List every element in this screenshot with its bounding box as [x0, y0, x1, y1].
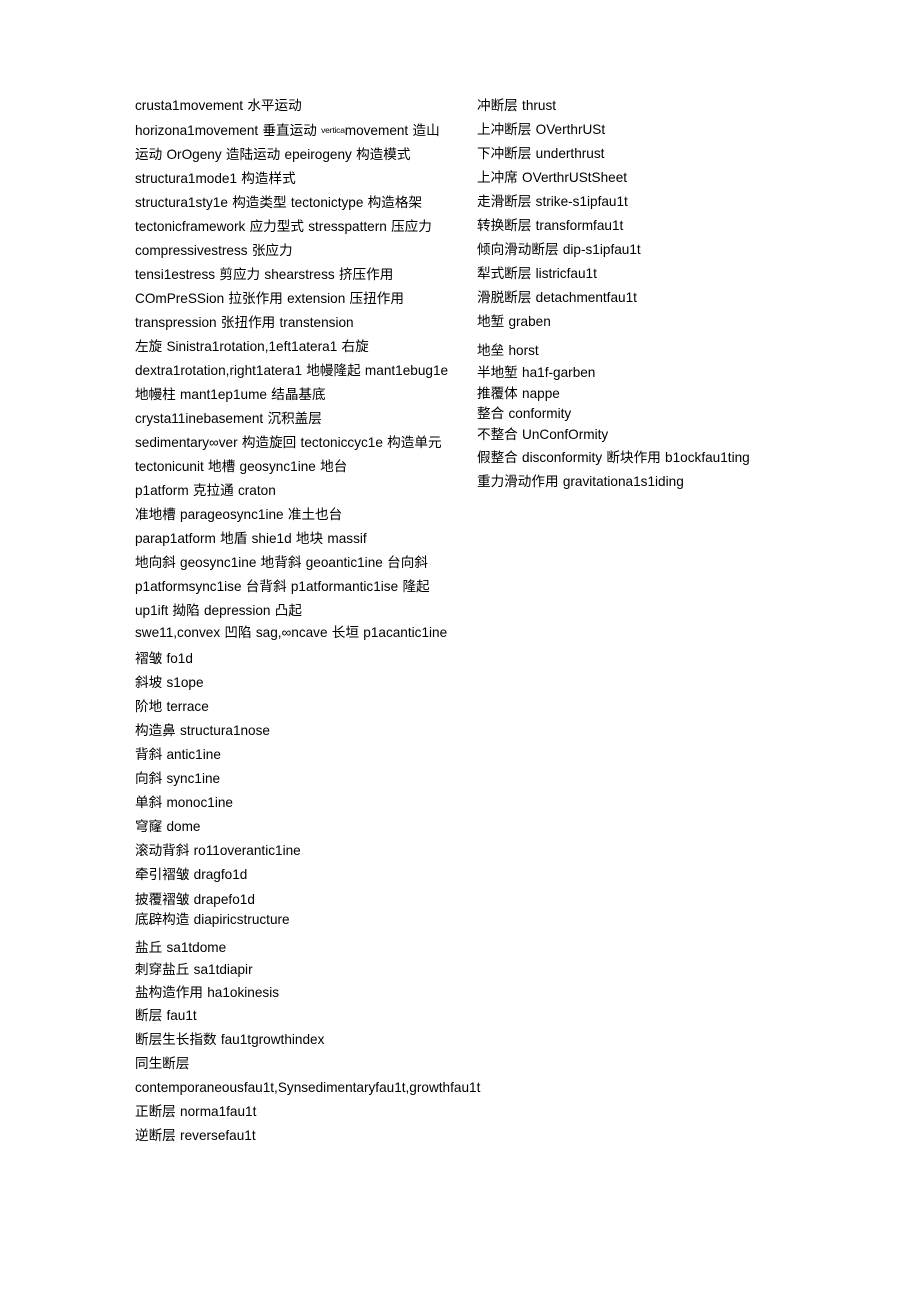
- glossary-line: 重力滑动作用 gravitationa1s1iding: [477, 473, 684, 489]
- glossary-line: 构造鼻 structura1nose: [135, 722, 270, 738]
- glossary-line: 冲断层 thrust: [477, 98, 557, 113]
- glossary-line: 地垒 horst: [477, 343, 539, 358]
- glossary-line: 倾向滑动断层 dip-s1ipfau1t: [477, 242, 641, 257]
- glossary-line: contemporaneousfau1t,Synsedimentaryfau1t…: [135, 1079, 481, 1119]
- glossary-line: swe11,convex 凹陷 sag,∞ncave 长垣 p1acantic1…: [135, 625, 448, 640]
- glossary-line: 假整合 disconformity 断块作用 b1ockfau1ting: [477, 450, 750, 465]
- glossary-line: 披覆褶皱 drapefo1d: [135, 891, 255, 907]
- glossary-line: 上冲断层 OVerthrUSt: [477, 122, 606, 137]
- glossary-line: 下冲断层 underthrust: [477, 146, 605, 161]
- glossary-line: 走滑断层 strike-s1ipfau1t: [477, 194, 628, 209]
- glossary-line: 穹窿 dome: [135, 818, 201, 834]
- glossary-line: 同生断层: [135, 1055, 190, 1071]
- superscript-fragment: vertica: [321, 125, 345, 135]
- glossary-line: 推覆体 nappe: [477, 385, 560, 401]
- glossary-line: 转换断层 transformfau1t: [477, 218, 624, 233]
- glossary-line: 上冲席 OVerthrUStSheet: [477, 170, 628, 185]
- glossary-line: 盐丘 sa1tdome: [135, 939, 227, 955]
- glossary-line: 向斜 sync1ine: [135, 770, 221, 786]
- glossary-line: 斜坡 s1ope: [135, 674, 204, 690]
- glossary-line: 断层 fau1t: [135, 1007, 197, 1023]
- glossary-line: structura1sty1e 构造类型 tectonictype 构造格架 t…: [135, 195, 432, 258]
- glossary-line: 底辟构造 diapiricstructure: [135, 912, 290, 927]
- glossary-line: 滑脱断层 detachmentfau1t: [477, 290, 637, 305]
- glossary-line: p1atform 克拉通 craton: [135, 483, 276, 498]
- right-text-column: 冲断层 thrust 上冲断层 OVerthrUSt 下冲断层 underthr…: [477, 94, 807, 492]
- glossary-line: sedimentary∞ver 构造旋回 tectoniccyc1e 构造单元 …: [135, 435, 442, 474]
- glossary-line: 整合 conformity: [477, 406, 572, 421]
- glossary-line: 褶皱 fo1d: [135, 650, 193, 666]
- glossary-line: 阶地 terrace: [135, 698, 209, 714]
- line-text-before: horizona1movement 垂直运动: [135, 123, 322, 138]
- glossary-line: 准地槽 parageosync1ine 准土也台: [135, 507, 343, 522]
- glossary-line: 地堑 graben: [477, 314, 551, 329]
- glossary-line: 滚动背斜 ro11overantic1ine: [135, 842, 301, 858]
- glossary-line: 刺穿盐丘 sa1tdiapir: [135, 961, 253, 977]
- glossary-line: tensi1estress 剪应力 shearstress 挤压作用 COmPr…: [135, 267, 404, 330]
- glossary-line: 逆断层 reversefau1t: [135, 1127, 256, 1143]
- left-text-column: crusta1movement 水平运动 horizona1movement 垂…: [135, 94, 481, 1148]
- glossary-line: 左旋 Sinistra1rotation,1eft1atera1 右旋 dext…: [135, 339, 449, 426]
- glossary-line: 地向斜 geosync1ine 地背斜 geoantic1ine 台向斜 p1a…: [135, 555, 430, 618]
- glossary-line: 犁式断层 listricfau1t: [477, 266, 597, 281]
- glossary-line-with-superscript: horizona1movement 垂直运动 verticamovement 造…: [135, 118, 451, 191]
- glossary-line: 牵引褶皱 dragfo1d: [135, 866, 248, 882]
- glossary-line: 断层生长指数 fau1tgrowthindex: [135, 1031, 325, 1047]
- glossary-line: 盐构造作用 ha1okinesis: [135, 985, 280, 1000]
- glossary-line: 背斜 antic1ine: [135, 746, 221, 762]
- document-page: crusta1movement 水平运动 horizona1movement 垂…: [0, 0, 920, 1301]
- glossary-line: parap1atform 地盾 shie1d 地块 massif: [135, 531, 367, 546]
- glossary-line: 半地堑 ha1f-garben: [477, 365, 596, 380]
- glossary-line: crusta1movement 水平运动: [135, 98, 302, 113]
- glossary-line: 单斜 monoc1ine: [135, 794, 233, 810]
- glossary-line: 不整合 UnConfOrmity: [477, 426, 609, 442]
